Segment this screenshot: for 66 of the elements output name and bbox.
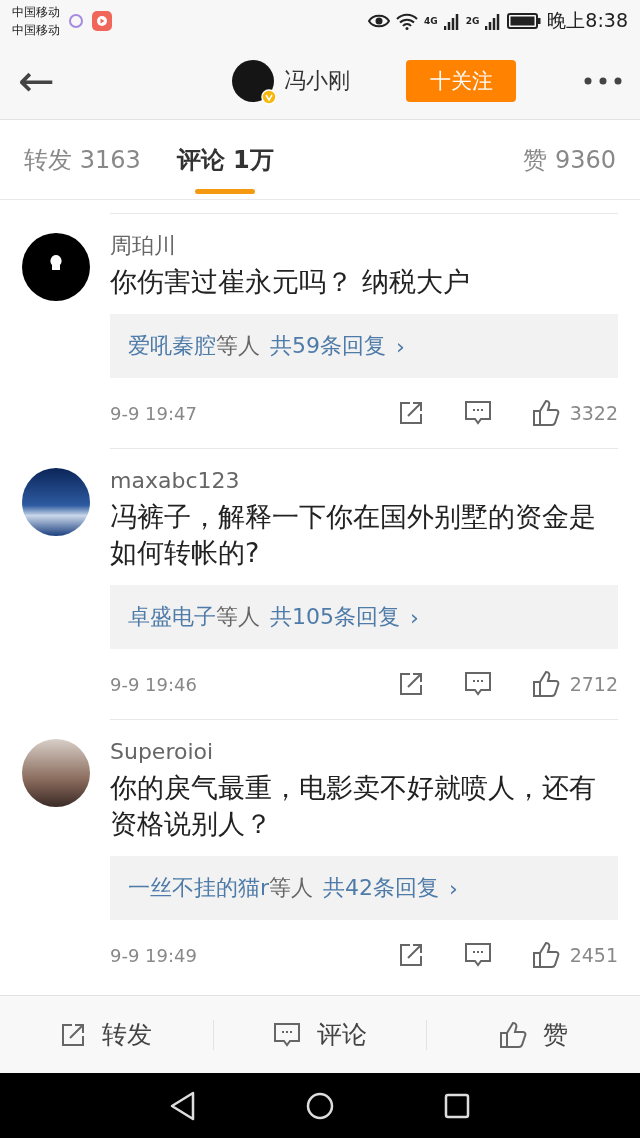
replies-preview[interactable]: 卓盛电子等人 共105条回复 ›: [110, 585, 618, 649]
reply-user-link[interactable]: 一丝不挂的猫r: [128, 873, 270, 903]
comment-time: 9-9 19:46: [110, 673, 197, 695]
like-count: 3322: [569, 402, 618, 424]
author-name[interactable]: 周珀川: [110, 230, 618, 262]
comment-icon[interactable]: [463, 400, 492, 426]
reply-user-link[interactable]: 爱吼秦腔: [128, 331, 216, 361]
author-name[interactable]: Superoioi: [110, 736, 618, 768]
chevron-icon: ›: [449, 875, 458, 901]
comment-icon: [273, 1021, 301, 1048]
reply-count-link[interactable]: 共42条回复: [323, 873, 440, 903]
carrier-label: 中国移动: [12, 4, 60, 21]
tab[interactable]: 评论 1万: [176, 120, 274, 200]
reply-count-link[interactable]: 共105条回复: [270, 602, 400, 632]
back-button[interactable]: ←: [18, 58, 55, 103]
comment-text: 你的戾气最重，电影卖不好就喷人，还有资格说别人？: [110, 771, 597, 841]
signal-icon: [443, 12, 460, 30]
replies-preview[interactable]: 一丝不挂的猫r等人 共42条回复 ›: [110, 856, 618, 920]
comment-text: 冯裤子，解释一下你在国外别墅的资金是如何转帐的?: [110, 500, 597, 570]
network-type-label: 2G: [465, 16, 480, 26]
avatar[interactable]: [22, 468, 90, 536]
network-type-label: 4G: [424, 16, 438, 26]
reply-count-link[interactable]: 共59条回复: [270, 331, 386, 361]
repost-button[interactable]: 转发: [0, 995, 213, 1074]
clock-time: 晚上8:38: [547, 8, 628, 33]
comment-time: 9-9 19:47: [110, 402, 197, 424]
back-icon[interactable]: [170, 1090, 196, 1121]
avatar[interactable]: [22, 233, 90, 301]
reply-user-link[interactable]: 卓盛电子: [128, 602, 216, 632]
signal-icon: [485, 12, 502, 30]
share-icon[interactable]: [397, 400, 424, 426]
tab[interactable]: 转发 3163: [24, 120, 141, 200]
comment-icon[interactable]: [463, 942, 492, 968]
like-button[interactable]: 赞: [427, 995, 640, 1074]
comment-time: 9-9 19:49: [110, 944, 197, 966]
reply-suffix: 等人: [216, 332, 260, 360]
video-app-icon: [92, 11, 112, 31]
replies-preview[interactable]: 爱吼秦腔等人 共59条回复 ›: [110, 314, 618, 378]
reply-suffix: 等人: [269, 874, 314, 902]
chevron-icon: ›: [396, 333, 405, 359]
thumbs-up-icon[interactable]: [531, 670, 560, 698]
recents-icon[interactable]: [444, 1092, 470, 1119]
chat-app-icon: [68, 13, 84, 29]
avatar[interactable]: [232, 59, 274, 102]
thumbs-up-icon[interactable]: [531, 941, 560, 969]
tab[interactable]: 赞 9360: [523, 120, 616, 200]
share-icon[interactable]: [397, 671, 424, 697]
comment-button[interactable]: 评论: [213, 995, 427, 1074]
like-count: 2712: [569, 673, 618, 695]
user-name[interactable]: 冯小刚: [284, 65, 350, 96]
chevron-icon: ›: [410, 604, 419, 630]
author-name[interactable]: maxabc123: [110, 465, 618, 497]
share-icon: [60, 1021, 87, 1048]
like-count: 2451: [569, 944, 618, 966]
eye-icon: [368, 14, 390, 28]
reply-suffix: 等人: [216, 603, 260, 631]
more-icon[interactable]: [584, 76, 622, 85]
wifi-icon: [396, 12, 418, 30]
comment-icon[interactable]: [463, 671, 492, 697]
home-icon[interactable]: [306, 1091, 334, 1120]
carrier-label: 中国移动: [12, 22, 60, 39]
share-icon[interactable]: [397, 942, 424, 968]
thumbs-up-icon: [499, 1020, 528, 1049]
battery-icon: [507, 13, 542, 29]
thumbs-up-icon[interactable]: [531, 399, 560, 427]
comment-text: 你伤害过崔永元吗？ 纳税大户: [110, 265, 471, 299]
